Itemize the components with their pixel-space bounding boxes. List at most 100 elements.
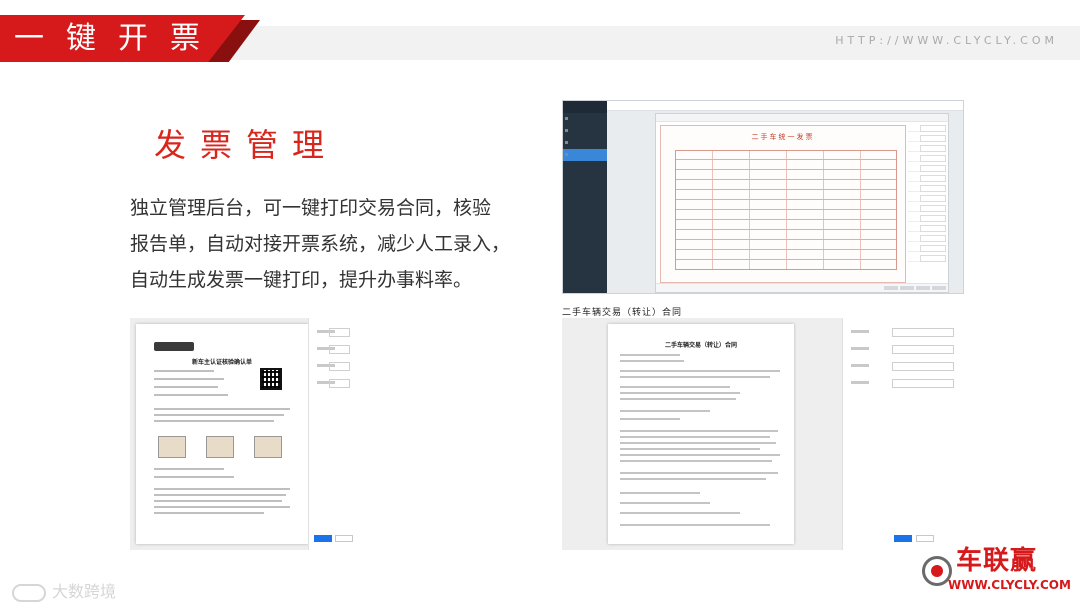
sidebar-item-active (563, 149, 607, 161)
form-row (908, 255, 946, 262)
print-button (894, 535, 912, 542)
certificate-page: 新车主认证核验确认单 (136, 324, 308, 544)
body-line: 独立管理后台，可一键打印交易合同，核验 (130, 197, 492, 219)
text-line (620, 376, 770, 378)
contract-title: 二手车辆交易（转让）合同 (664, 342, 737, 349)
form-row (908, 135, 946, 142)
text-line (620, 502, 710, 504)
admin-logo (563, 101, 607, 113)
watermark-logo-icon (12, 583, 46, 602)
text-line (154, 506, 290, 508)
text-line (154, 512, 264, 514)
invoice-system-screenshot: 二手车统一发票 (562, 100, 964, 294)
printer-select (317, 328, 350, 337)
text-line (154, 394, 228, 396)
body-line: 报告单，自动对接开票系统，减少人工录入， (130, 233, 511, 255)
form-row (908, 175, 946, 182)
sidebar-item (563, 113, 607, 125)
certificate-badge (154, 342, 194, 351)
text-line (620, 472, 778, 474)
invoice-preview: 二手车统一发票 (660, 125, 906, 283)
layout-select (851, 362, 954, 371)
website-url: HTTP://WWW.CLYCLY.COM (835, 34, 1058, 47)
color-select (851, 379, 954, 388)
pages-select (851, 345, 954, 354)
text-line (620, 524, 770, 526)
text-line (620, 454, 780, 456)
print-options (308, 318, 358, 550)
certificate-title: 新车主认证核验确认单 (191, 359, 252, 366)
print-options (842, 318, 962, 550)
watermark-text: 大数跨境 (52, 582, 117, 601)
admin-sidebar (563, 101, 607, 293)
admin-topnav (607, 101, 963, 111)
owner-photo (206, 436, 234, 458)
text-line (154, 500, 282, 502)
certificate-print-screenshot: 新车主认证核验确认单 (130, 318, 358, 550)
action-button (900, 286, 914, 290)
text-line (154, 488, 290, 490)
qr-code (260, 368, 282, 390)
form-row (908, 185, 946, 192)
text-line (620, 478, 766, 480)
text-line (620, 360, 684, 362)
contract-caption: 二手车辆交易（转让）合同 (562, 308, 683, 318)
text-line (620, 354, 680, 356)
form-row (908, 145, 946, 152)
invoice-grid (675, 150, 897, 270)
body-line: 自动生成发票一键打印，提升办事料率。 (130, 269, 473, 291)
text-line (620, 430, 778, 432)
form-row (908, 205, 946, 212)
form-row (908, 125, 946, 132)
pages-select (317, 345, 350, 354)
text-line (620, 410, 710, 412)
text-line (154, 414, 284, 416)
sidebar-item (563, 125, 607, 137)
form-row (908, 195, 946, 202)
sidebar-item (563, 137, 607, 149)
invoice-panel: 二手车统一发票 (655, 113, 949, 293)
brand-url: WWW.CLYCLY.COM (948, 578, 1071, 592)
form-row (908, 215, 946, 222)
form-row (908, 225, 946, 232)
text-line (620, 386, 730, 388)
watermark: 大数跨境 (12, 578, 116, 602)
panel-action-bar (656, 283, 948, 292)
contract-page: 二手车辆交易（转让）合同 (608, 324, 794, 544)
document-photo (254, 436, 282, 458)
cancel-button (335, 535, 353, 542)
text-line (154, 476, 234, 478)
text-line (154, 378, 224, 380)
text-line (620, 436, 770, 438)
form-row (908, 235, 946, 242)
form-row (908, 245, 946, 252)
print-button (314, 535, 332, 542)
section-heading: 发票管理 (154, 126, 339, 164)
text-line (620, 398, 736, 400)
action-button (884, 286, 898, 290)
brand-logo: 车联赢 WWW.CLYCLY.COM (922, 536, 1072, 602)
invoice-title: 二手车统一发票 (751, 133, 815, 141)
brand-name: 车联赢 (956, 546, 1038, 576)
color-select (317, 379, 350, 388)
text-line (620, 448, 760, 450)
contract-print-screenshot: 二手车辆交易（转让）合同 (562, 318, 962, 550)
vehicle-photo (158, 436, 186, 458)
section-body: 独立管理后台，可一键打印交易合同，核验 报告单，自动对接开票系统，减少人工录入，… (130, 190, 530, 298)
form-row (908, 155, 946, 162)
text-line (154, 494, 286, 496)
text-line (154, 420, 274, 422)
text-line (620, 370, 780, 372)
text-line (620, 418, 680, 420)
text-line (154, 408, 290, 410)
text-line (620, 492, 700, 494)
text-line (154, 386, 218, 388)
panel-header (656, 114, 948, 122)
text-line (620, 512, 740, 514)
printer-select (851, 328, 954, 337)
text-line (154, 468, 224, 470)
slide-title: 一键开票 (14, 21, 222, 56)
text-line (620, 442, 776, 444)
action-button (932, 286, 946, 290)
text-line (620, 392, 740, 394)
